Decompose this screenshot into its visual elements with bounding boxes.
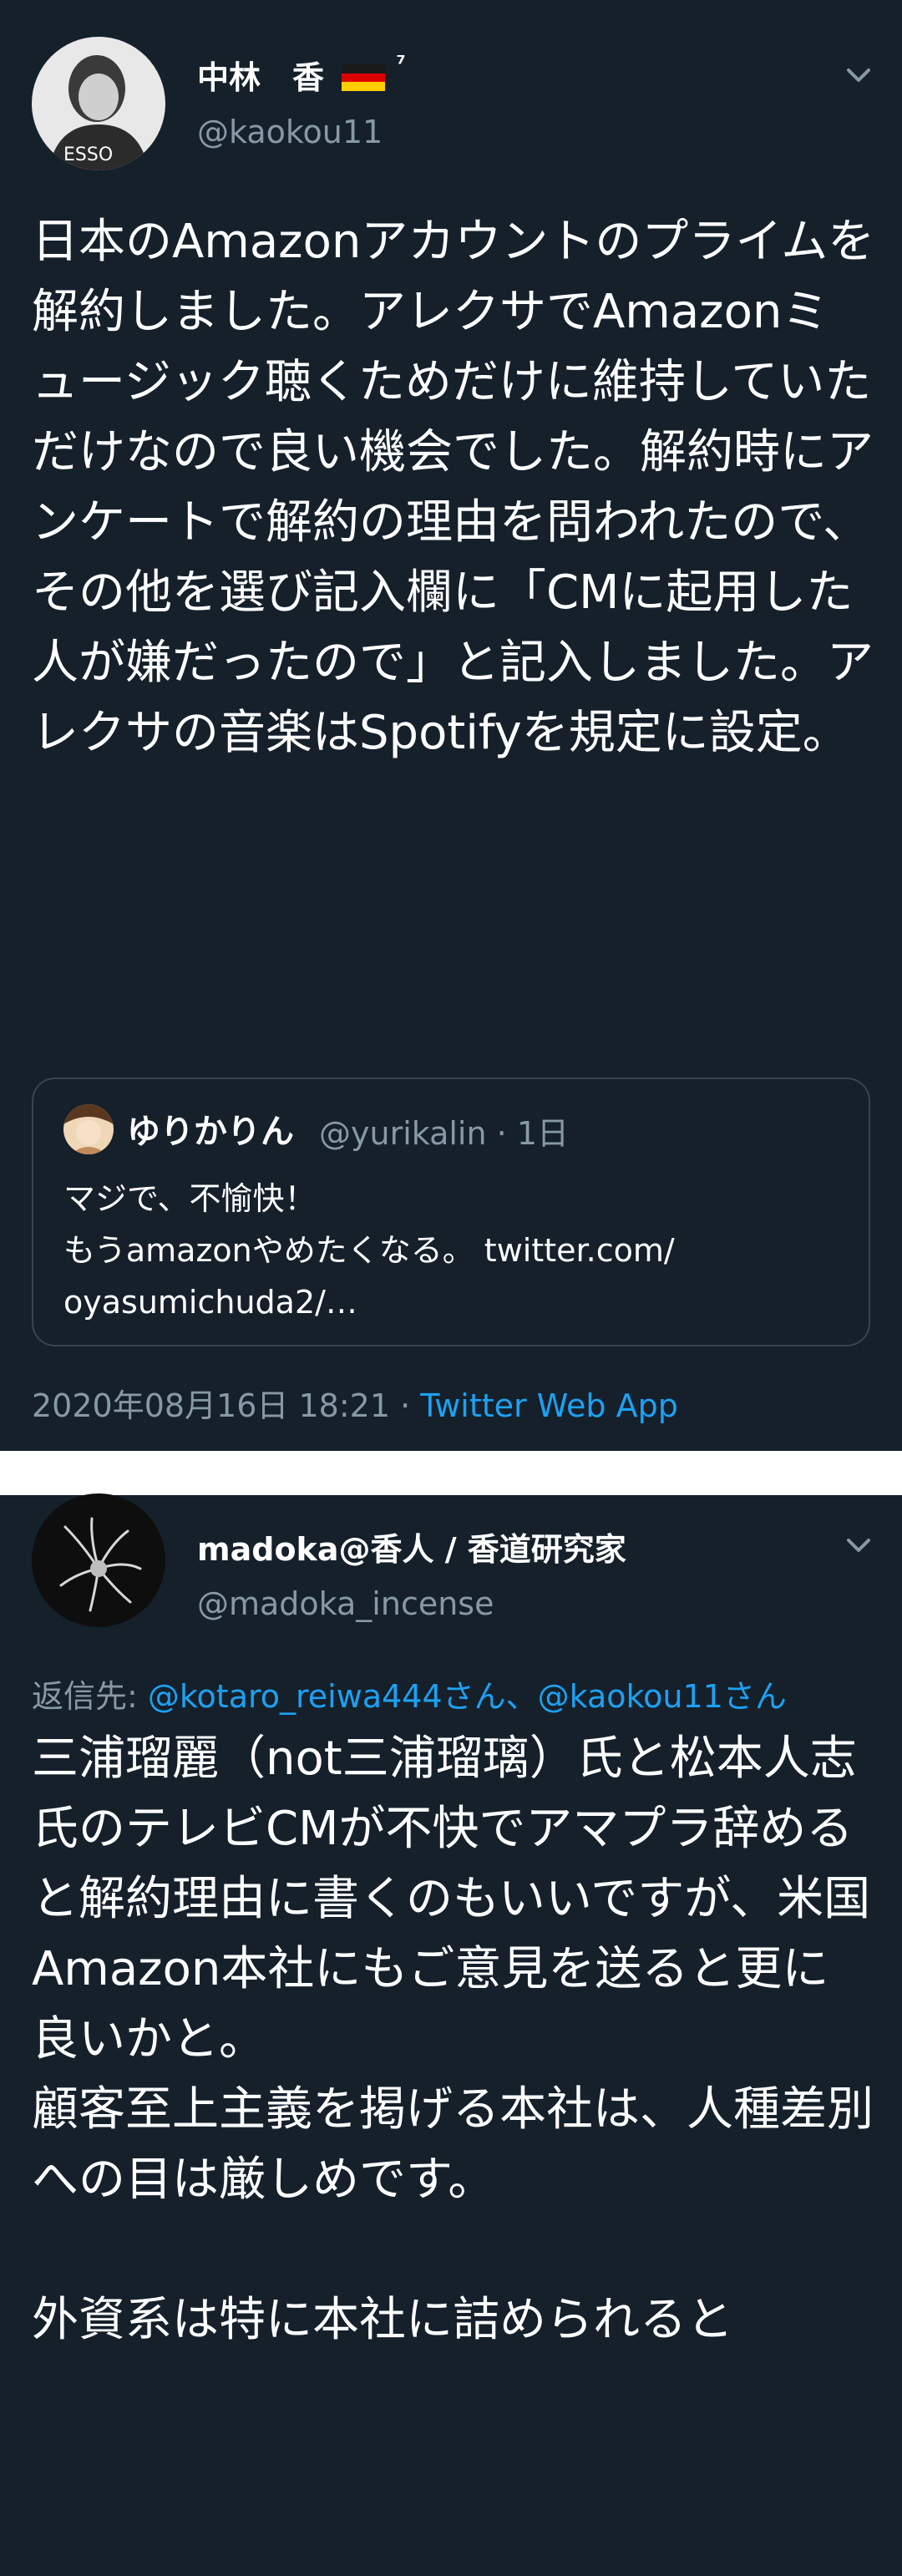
avatar[interactable] [32,1493,165,1627]
chevron-down-icon[interactable] [842,58,875,92]
quote-meta: @yurikalin · 1日 [319,1115,570,1152]
svg-text:ESSO: ESSO [63,145,113,165]
chevron-down-icon[interactable] [842,1529,875,1562]
user-handle[interactable]: @kaokou11 [197,114,383,150]
tweet-text: 三浦瑠麗（not三浦瑠璃）氏と松本人志氏のテレビCMが不快でアマプラ辞めると解約… [32,1732,874,2347]
display-name[interactable]: madoka@香人 / 香道研究家 [197,1524,626,1569]
tweet-footer: 2020年08月16日 18:21 · Twitter Web App [32,1387,678,1424]
tweet-card[interactable]: madoka@香人 / 香道研究家 @madoka_incense 返信先: @… [0,1493,902,2576]
germany-flag-icon [342,62,386,99]
user-handle[interactable]: @madoka_incense [197,1585,494,1622]
quote-avatar [63,1104,114,1154]
tweet-text: 日本のAmazonアカウントのプライムを解約しました。アレクサでAmazonミュ… [32,215,875,760]
quote-text: マジで、不愉快！ もうamazonやめたくなる。 twitter.com/ oy… [63,1180,675,1321]
reply-mentions[interactable]: @kotaro_reiwa444さん、@kaokou11さん [148,1678,787,1715]
replying-to: 返信先: @kotaro_reiwa444さん、@kaokou11さん [32,1678,787,1715]
avatar[interactable]: ESSO [32,37,165,170]
quoted-tweet[interactable]: ゆりかりん @yurikalin · 1日 マジで、不愉快！ もうamazonや… [32,1078,870,1346]
tweet-card[interactable]: ESSO 中林 香 ⁷ @kaokou11 日本のAmazonアカウントのプライ… [0,0,902,1451]
quote-display-name: ゆりかりん [127,1113,294,1151]
display-name[interactable]: 中林 香 ⁷ [197,52,406,99]
timestamp: 2020年08月16日 18:21 [32,1387,391,1424]
client-link[interactable]: Twitter Web App [420,1387,678,1424]
